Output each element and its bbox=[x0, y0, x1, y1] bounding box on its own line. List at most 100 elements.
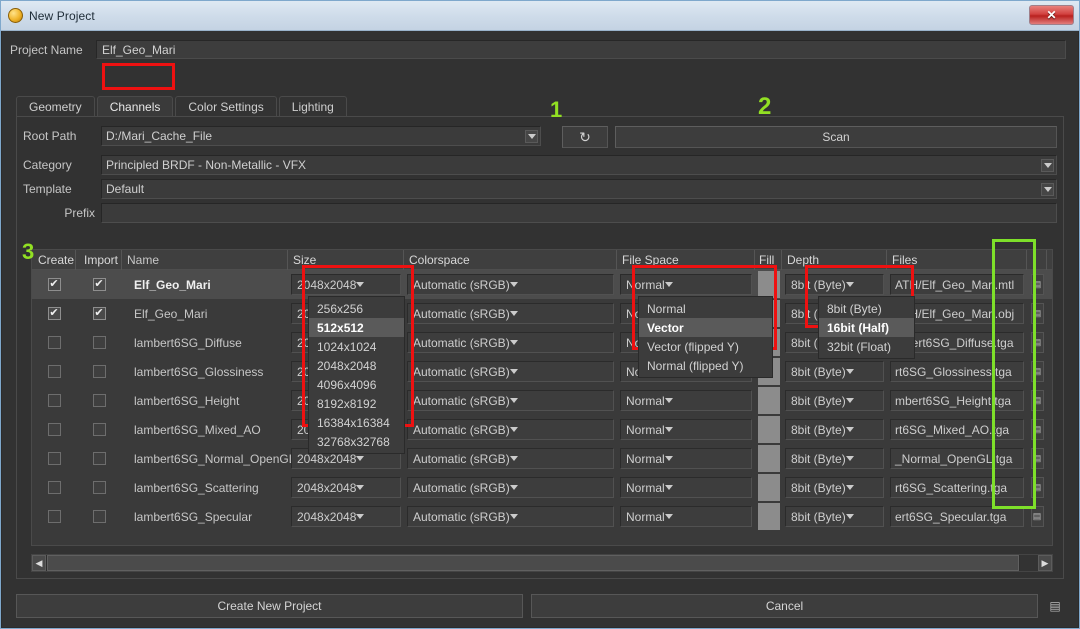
fill-cell[interactable] bbox=[755, 415, 782, 444]
create-checkbox[interactable]: ✔ bbox=[47, 336, 61, 349]
chevron-down-icon[interactable] bbox=[509, 369, 518, 374]
table-row[interactable]: ✔ ✔ lambert6SG_Specular 2048x2048 Automatic … bbox=[32, 502, 1052, 531]
depth-combo[interactable]: 8bit (Byte) bbox=[785, 448, 884, 469]
scroll-right-icon[interactable]: ▶ bbox=[1038, 555, 1052, 571]
dropdown-option[interactable]: 32768x32768 bbox=[309, 432, 404, 451]
import-checkbox[interactable]: ✔ bbox=[92, 510, 106, 523]
file-path-value[interactable]: mbert6SG_Height.tga bbox=[890, 390, 1024, 411]
colorspace-combo[interactable]: Automatic (sRGB) bbox=[407, 274, 614, 295]
chevron-down-icon[interactable] bbox=[664, 485, 673, 490]
template-combo[interactable]: Default bbox=[101, 179, 1057, 199]
browse-file-button[interactable]: ▤ bbox=[1030, 506, 1044, 527]
scroll-track[interactable] bbox=[1020, 555, 1038, 571]
size-cell[interactable]: 2048x2048 bbox=[288, 270, 404, 299]
create-checkbox[interactable]: ✔ bbox=[47, 510, 61, 523]
dropdown-option[interactable]: 8192x8192 bbox=[309, 394, 404, 413]
fill-cell[interactable] bbox=[755, 473, 782, 502]
filespace-cell[interactable]: Normal bbox=[617, 386, 755, 415]
row-action-cell[interactable]: ▤ bbox=[1027, 444, 1047, 473]
size-cell[interactable]: 2048x2048 bbox=[288, 473, 404, 502]
row-action-cell[interactable]: ▤ bbox=[1027, 270, 1047, 299]
chevron-down-icon[interactable] bbox=[845, 282, 854, 287]
fill-swatch[interactable] bbox=[757, 271, 780, 298]
depth-combo[interactable]: 8bit (Byte) bbox=[785, 477, 884, 498]
browse-file-button[interactable]: ▤ bbox=[1030, 477, 1044, 498]
depth-combo[interactable]: 8bit (Byte) bbox=[785, 361, 884, 382]
browse-file-button[interactable]: ▤ bbox=[1030, 390, 1044, 411]
chevron-down-icon[interactable] bbox=[356, 485, 365, 490]
tab-channels[interactable]: Channels bbox=[96, 96, 174, 117]
import-checkbox[interactable]: ✔ bbox=[92, 307, 106, 320]
fill-swatch[interactable] bbox=[757, 503, 780, 530]
dropdown-option[interactable]: Normal (flipped Y) bbox=[639, 356, 772, 375]
depth-cell[interactable]: 8bit (Byte) bbox=[782, 502, 887, 531]
row-action-cell[interactable]: ▤ bbox=[1027, 328, 1047, 357]
fill-swatch[interactable] bbox=[757, 387, 780, 414]
table-row[interactable]: ✔✔lambert6SG_Normal_OpenGL2048x2048Autom… bbox=[32, 444, 1052, 473]
import-checkbox-cell[interactable]: ✔ bbox=[76, 270, 122, 299]
files-cell[interactable]: rt6SG_Glossiness.tga bbox=[887, 357, 1027, 386]
create-checkbox[interactable]: ✔ bbox=[47, 452, 61, 465]
row-action-cell[interactable]: ▤ bbox=[1027, 386, 1047, 415]
category-combo[interactable]: Principled BRDF - Non-Metallic - VFX bbox=[101, 155, 1057, 175]
colorspace-cell[interactable]: Automatic (sRGB) bbox=[404, 270, 617, 299]
files-cell[interactable]: ert6SG_Specular.tga bbox=[887, 502, 1027, 531]
chevron-down-icon[interactable] bbox=[664, 514, 673, 519]
chevron-down-icon[interactable] bbox=[845, 485, 854, 490]
filespace-combo[interactable]: Normal bbox=[620, 390, 752, 411]
create-checkbox[interactable]: ✔ bbox=[47, 278, 61, 291]
create-checkbox[interactable]: ✔ bbox=[47, 481, 61, 494]
colorspace-cell[interactable]: Automatic (sRGB) bbox=[404, 502, 617, 531]
filespace-dropdown-popup[interactable]: Normal Vector Vector (flipped Y) Normal (fl… bbox=[638, 296, 773, 378]
chevron-down-icon[interactable] bbox=[356, 456, 365, 461]
file-path-value[interactable]: ert6SG_Specular.tga bbox=[890, 506, 1024, 527]
import-checkbox-cell[interactable]: ✔ bbox=[76, 357, 122, 386]
chevron-down-icon[interactable] bbox=[356, 514, 365, 519]
filespace-cell[interactable]: Normal bbox=[617, 473, 755, 502]
depth-dropdown-popup[interactable]: 8bit (Byte) 16bit (Half) 32bit (Float) bbox=[818, 296, 915, 359]
footer-extra-icon[interactable]: ▤ bbox=[1046, 594, 1064, 618]
file-path-value[interactable]: rt6SG_Mixed_AO.tga bbox=[890, 419, 1024, 440]
chevron-down-icon[interactable] bbox=[845, 398, 854, 403]
dropdown-option[interactable]: 8bit (Byte) bbox=[819, 299, 914, 318]
chevron-down-icon[interactable] bbox=[845, 456, 854, 461]
colorspace-cell[interactable]: Automatic (sRGB) bbox=[404, 473, 617, 502]
colorspace-combo[interactable]: Automatic (sRGB) bbox=[407, 361, 614, 382]
create-checkbox-cell[interactable]: ✔ bbox=[32, 328, 76, 357]
chevron-down-icon[interactable] bbox=[509, 485, 518, 490]
table-row[interactable]: ✔ ✔ lambert6SG_Scattering 2048x2048 Automati… bbox=[32, 473, 1052, 502]
colorspace-cell[interactable]: Automatic (sRGB) bbox=[404, 444, 617, 473]
dropdown-option[interactable]: 2048x2048 bbox=[309, 356, 404, 375]
dropdown-option[interactable]: 1024x1024 bbox=[309, 337, 404, 356]
colorspace-cell[interactable]: Automatic (sRGB) bbox=[404, 328, 617, 357]
table-row[interactable]: ✔ ✔ Elf_Geo_Mari 2048x2048 Automatic (sRGB) N… bbox=[32, 270, 1052, 299]
file-path-value[interactable]: ATH/Elf_Geo_Mari.mtl bbox=[890, 274, 1024, 295]
filespace-cell[interactable]: Normal bbox=[617, 415, 755, 444]
close-icon[interactable]: ✕ bbox=[1029, 5, 1074, 25]
colorspace-combo[interactable]: Automatic (sRGB) bbox=[407, 477, 614, 498]
import-checkbox[interactable]: ✔ bbox=[92, 423, 106, 436]
colorspace-cell[interactable]: Automatic (sRGB) bbox=[404, 386, 617, 415]
create-checkbox-cell[interactable]: ✔ bbox=[32, 502, 76, 531]
import-checkbox-cell[interactable]: ✔ bbox=[76, 502, 122, 531]
horizontal-scrollbar[interactable]: ◀ ▶ bbox=[31, 554, 1053, 572]
tab-color-settings[interactable]: Color Settings bbox=[175, 96, 277, 117]
cancel-button[interactable]: Cancel bbox=[531, 594, 1038, 618]
row-action-cell[interactable]: ▤ bbox=[1027, 502, 1047, 531]
row-action-cell[interactable]: ▤ bbox=[1027, 473, 1047, 502]
filespace-cell[interactable]: Normal bbox=[617, 502, 755, 531]
dropdown-option[interactable]: 16bit (Half) bbox=[819, 318, 914, 337]
colorspace-combo[interactable]: Automatic (sRGB) bbox=[407, 419, 614, 440]
browse-file-button[interactable]: ▤ bbox=[1030, 419, 1044, 440]
depth-cell[interactable]: 8bit (Byte) bbox=[782, 473, 887, 502]
chevron-down-icon[interactable] bbox=[664, 427, 673, 432]
colorspace-cell[interactable]: Automatic (sRGB) bbox=[404, 415, 617, 444]
scroll-left-icon[interactable]: ◀ bbox=[32, 555, 46, 571]
file-path-value[interactable]: rt6SG_Glossiness.tga bbox=[890, 361, 1024, 382]
dropdown-option[interactable]: 32bit (Float) bbox=[819, 337, 914, 356]
scan-button[interactable]: Scan bbox=[615, 126, 1057, 148]
create-checkbox[interactable]: ✔ bbox=[47, 423, 61, 436]
browse-file-button[interactable]: ▤ bbox=[1030, 332, 1044, 353]
fill-cell[interactable] bbox=[755, 502, 782, 531]
size-combo[interactable]: 2048x2048 bbox=[291, 477, 401, 498]
